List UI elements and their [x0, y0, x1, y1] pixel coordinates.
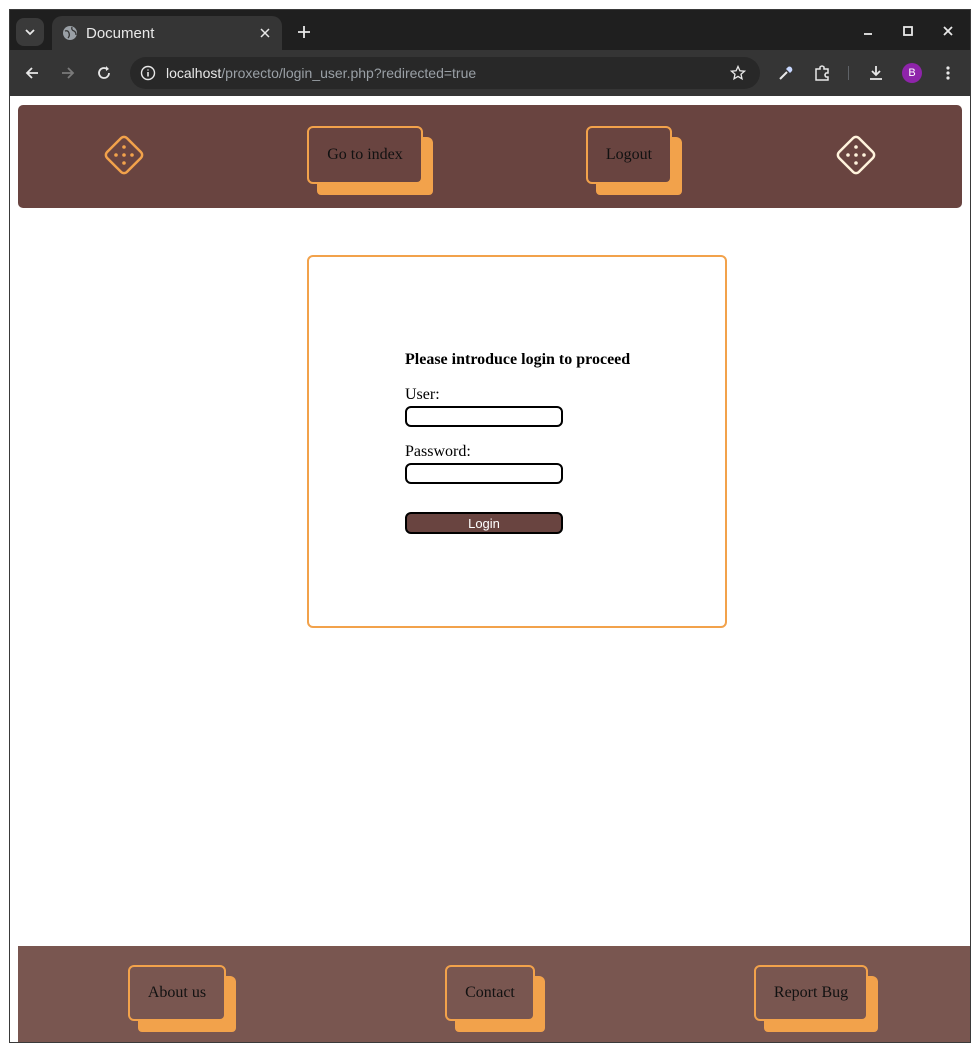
- eyedropper-button[interactable]: [772, 59, 800, 87]
- report-bug-button[interactable]: Report Bug: [754, 965, 868, 1021]
- site-info-icon[interactable]: [140, 65, 156, 81]
- login-card: Please introduce login to proceed User: …: [307, 255, 727, 628]
- logout-label: Logout: [605, 146, 653, 163]
- forward-button[interactable]: [54, 59, 82, 87]
- contact-label: Contact: [465, 984, 515, 1001]
- login-title: Please introduce login to proceed: [405, 351, 631, 368]
- about-us-button-wrap: About us: [128, 965, 236, 1032]
- close-icon: [260, 28, 270, 38]
- reload-button[interactable]: [90, 59, 118, 87]
- minimize-icon: [864, 33, 872, 35]
- close-window-icon: [943, 26, 953, 36]
- report-bug-button-wrap: Report Bug: [754, 965, 878, 1032]
- go-to-index-button[interactable]: Go to index: [307, 126, 423, 184]
- url-host: localhost: [166, 65, 222, 81]
- logout-button[interactable]: Logout: [586, 126, 672, 184]
- contact-button-wrap: Contact: [445, 965, 545, 1032]
- minimize-button[interactable]: [854, 18, 882, 44]
- extensions-button[interactable]: [808, 59, 836, 87]
- logout-button-wrap: Logout: [586, 126, 682, 195]
- user-input[interactable]: [405, 406, 563, 427]
- tab-close-button[interactable]: [254, 22, 276, 44]
- toolbar-separator: [848, 66, 849, 80]
- site-header: Go to index Logout: [18, 105, 962, 208]
- site-footer: About us Contact Report Bug: [18, 946, 970, 1042]
- plus-icon: [298, 26, 310, 38]
- login-button[interactable]: Login: [405, 512, 563, 534]
- user-label: User:: [405, 386, 440, 403]
- more-menu-button[interactable]: [934, 59, 962, 87]
- contact-button[interactable]: Contact: [445, 965, 535, 1021]
- dice-icon: [836, 135, 876, 175]
- tab-strip: Document: [10, 10, 970, 50]
- close-window-button[interactable]: [934, 18, 962, 44]
- extensions-icon: [815, 65, 829, 81]
- browser-window: Document localhost/proxecto/login_user.p…: [9, 9, 971, 1043]
- report-bug-label: Report Bug: [773, 984, 849, 1001]
- tab-search-button[interactable]: [16, 18, 44, 46]
- go-to-index-button-wrap: Go to index: [307, 126, 433, 195]
- globe-icon: [63, 26, 77, 40]
- address-bar[interactable]: localhost/proxecto/login_user.php?redire…: [130, 57, 760, 89]
- more-menu-icon: [946, 66, 950, 80]
- page-viewport: Go to index Logout Please introduce logi…: [10, 96, 970, 1042]
- go-to-index-label: Go to index: [327, 146, 403, 163]
- about-us-label: About us: [147, 984, 207, 1001]
- reload-icon: [98, 66, 110, 79]
- tab-search-icon: [25, 29, 35, 36]
- bookmark-star-icon[interactable]: [730, 65, 746, 81]
- download-button[interactable]: [862, 59, 890, 87]
- maximize-icon: [903, 26, 913, 36]
- download-icon: [870, 66, 882, 80]
- profile-avatar[interactable]: B: [902, 63, 922, 83]
- eyedropper-icon: [779, 66, 793, 80]
- password-label: Password:: [405, 443, 471, 460]
- about-us-button[interactable]: About us: [128, 965, 226, 1021]
- back-icon: [25, 67, 38, 79]
- back-button[interactable]: [18, 59, 46, 87]
- maximize-button[interactable]: [894, 18, 922, 44]
- url-path: /proxecto/login_user.php?redirected=true: [221, 65, 477, 81]
- tab-title: Document: [86, 24, 155, 42]
- forward-icon: [62, 67, 75, 79]
- password-input[interactable]: [405, 463, 563, 484]
- dice-icon: [104, 135, 144, 175]
- browser-toolbar: localhost/proxecto/login_user.php?redire…: [10, 50, 970, 96]
- active-tab[interactable]: Document: [52, 16, 282, 50]
- new-tab-button[interactable]: [290, 18, 318, 46]
